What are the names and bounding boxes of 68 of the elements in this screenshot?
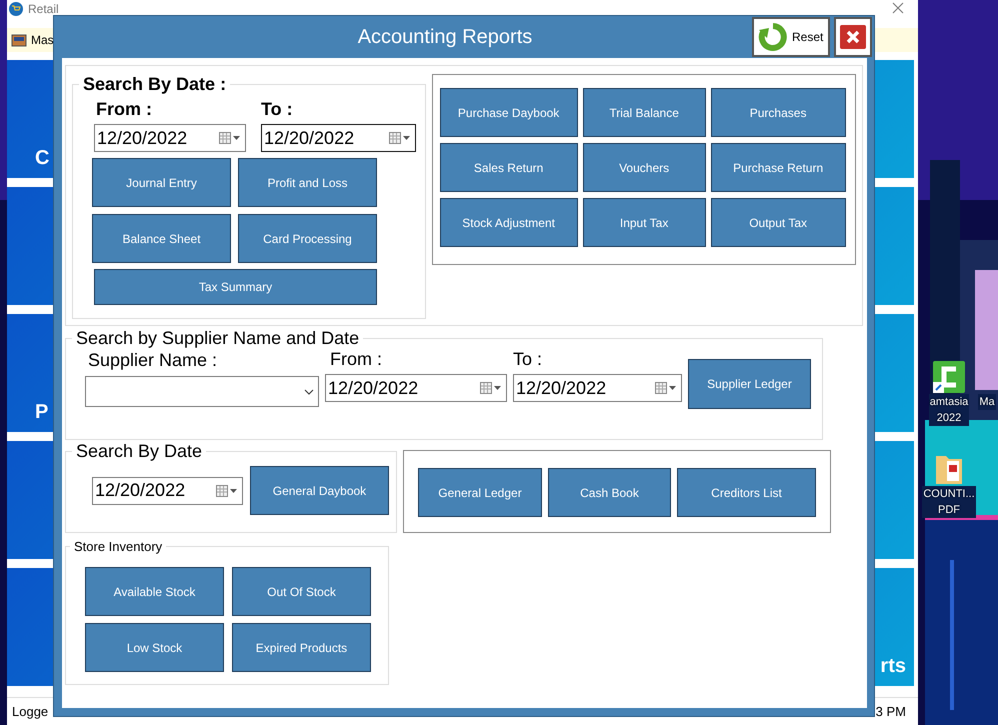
tile-caption: rts (880, 655, 906, 678)
desktop-icon-label: COUNTI... PDF (922, 486, 976, 518)
report-button[interactable]: Purchase Daybook (440, 88, 578, 137)
close-icon[interactable] (892, 2, 904, 14)
report-button[interactable]: Sales Return (440, 143, 578, 192)
to-label: To : (261, 99, 294, 120)
cart-icon (9, 2, 23, 16)
calendar-dropdown-icon[interactable] (655, 382, 677, 394)
app-shortcut-icon[interactable] (932, 360, 966, 394)
report-button[interactable]: Profit and Loss (238, 158, 377, 207)
report-button[interactable]: Expired Products (232, 623, 371, 672)
date-value: 12/20/2022 (97, 128, 188, 148)
date-picker[interactable]: 12/20/2022 (94, 124, 246, 152)
calendar-dropdown-icon[interactable] (216, 484, 238, 496)
report-button[interactable]: Tax Summary (94, 269, 377, 305)
chevron-down-icon (304, 388, 314, 394)
calendar-dropdown-icon[interactable] (480, 382, 502, 394)
report-button[interactable]: Purchase Return (710, 143, 846, 192)
report-button[interactable]: Low Stock (85, 623, 224, 672)
to-label: To : (513, 349, 544, 370)
from-label: From : (329, 349, 383, 370)
report-button[interactable]: General Daybook (250, 466, 389, 515)
refresh-icon (758, 22, 788, 52)
report-button[interactable]: Output Tax (710, 198, 846, 247)
report-button[interactable]: Cash Book (548, 468, 671, 517)
reset-button[interactable]: Reset (752, 17, 830, 57)
close-button[interactable] (834, 17, 872, 57)
report-button[interactable]: Balance Sheet (92, 214, 231, 263)
group-title: Store Inventory (73, 539, 164, 554)
status-time: 3 PM (876, 704, 906, 719)
calendar-dropdown-icon[interactable] (219, 132, 241, 144)
report-button[interactable]: Purchases (710, 88, 846, 137)
supplier-combo-box[interactable] (85, 376, 319, 407)
desktop-icon-label: amtasia 2022 (928, 394, 970, 426)
toolbox-icon (11, 33, 27, 47)
from-label: From : (95, 99, 153, 120)
report-button[interactable]: Stock Adjustment (440, 198, 578, 247)
date-value: 12/20/2022 (328, 378, 418, 398)
group-title: Search By Date (75, 441, 204, 462)
group-title: Search By Date : (82, 74, 228, 95)
desktop-icon-label: Ma (978, 394, 996, 410)
dialog-title: Accounting Reports (356, 26, 534, 48)
date-value: 12/20/2022 (516, 378, 606, 398)
calendar-dropdown-icon[interactable] (389, 132, 411, 144)
report-button[interactable]: Available Stock (85, 567, 224, 616)
supplier-name-label: Supplier Name : (87, 350, 218, 371)
date-picker[interactable]: 12/20/2022 (261, 124, 416, 152)
report-button[interactable]: Input Tax (582, 198, 706, 247)
report-button[interactable]: Card Processing (238, 214, 377, 263)
report-button[interactable]: Supplier Ledger (688, 359, 811, 409)
report-button[interactable]: General Ledger (418, 468, 542, 517)
status-text: Logge (12, 704, 48, 719)
menu-item[interactable]: Mas (11, 33, 54, 47)
date-value: 12/20/2022 (95, 480, 186, 501)
date-picker[interactable]: 12/20/2022 (513, 374, 682, 402)
report-button[interactable]: Journal Entry (92, 158, 231, 207)
report-button[interactable]: Creditors List (677, 468, 816, 517)
report-button[interactable]: Out Of Stock (232, 567, 371, 616)
report-button[interactable]: Trial Balance (582, 88, 706, 137)
report-button[interactable]: Vouchers (582, 143, 706, 192)
group-title: Search by Supplier Name and Date (75, 328, 360, 349)
tile-caption: C (35, 147, 50, 170)
close-icon (840, 25, 866, 49)
tile-caption: P (35, 401, 48, 424)
date-value: 12/20/2022 (264, 128, 354, 148)
app-title: Retail (28, 2, 59, 16)
date-picker[interactable]: 12/20/2022 (325, 374, 507, 402)
date-picker[interactable]: 12/20/2022 (92, 476, 243, 504)
